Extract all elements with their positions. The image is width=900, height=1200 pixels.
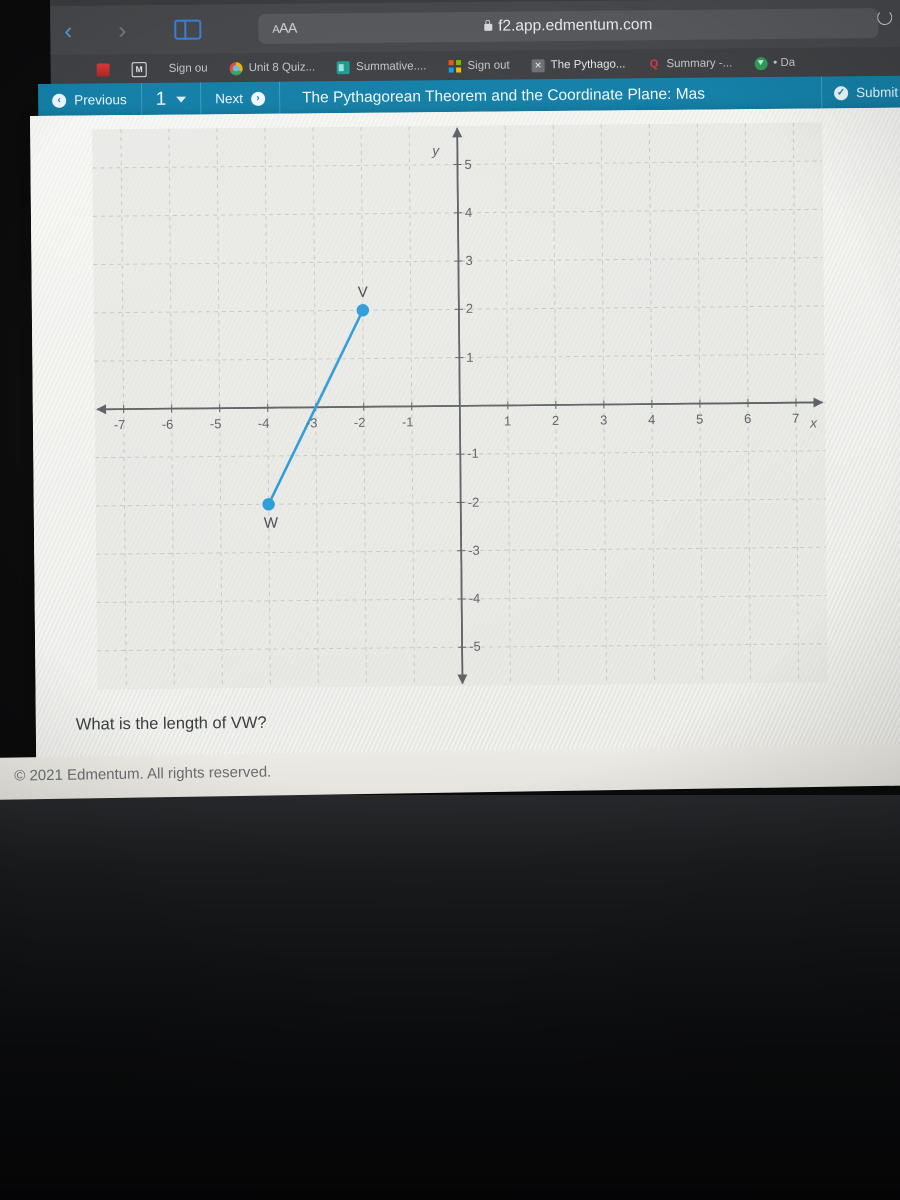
page-selector[interactable]: 1 <box>141 82 202 117</box>
x-tick-label: 2 <box>551 412 560 429</box>
x-tick-label: -6 <box>161 416 174 432</box>
y-tick-label: 3 <box>465 252 473 268</box>
bookmark-item[interactable]: Sign ou <box>158 53 219 84</box>
bookmark-item[interactable]: • Da <box>743 48 806 79</box>
y-axis-label: y <box>432 142 440 159</box>
quizlet-q-icon: Q <box>647 57 661 71</box>
x-favicon: ✕ <box>531 58 545 72</box>
y-tick-label: 4 <box>464 204 473 220</box>
reload-icon[interactable] <box>877 9 893 26</box>
data-point-V <box>356 304 370 317</box>
previous-label: Previous <box>74 92 127 108</box>
y-tick-label: -5 <box>469 639 481 655</box>
x-tick-label: -7 <box>113 417 126 433</box>
page-number: 1 <box>155 88 167 110</box>
chevron-left-icon[interactable]: ‹ <box>64 18 72 45</box>
url-text: f2.app.edmentum.com <box>498 16 653 35</box>
bookmark-label: Summative.... <box>356 60 427 74</box>
question-text: What is the length of VW? <box>75 713 267 734</box>
lock-icon <box>484 23 493 31</box>
bookmark-item[interactable]: ✕ The Pythago... <box>521 49 637 80</box>
chevron-down-icon <box>176 96 187 103</box>
previous-button[interactable]: ‹ Previous <box>38 83 142 117</box>
bookmark-label: Sign out <box>467 59 510 72</box>
x-tick-label: 5 <box>695 411 704 427</box>
next-button[interactable]: Next › <box>201 81 281 116</box>
x-tick-label: 3 <box>599 412 608 428</box>
bookmark-label: Unit 8 Quiz... <box>248 61 316 75</box>
bookmark-item[interactable]: Q Summary -... <box>636 48 743 79</box>
bookmark-item[interactable]: Unit 8 Quiz... <box>219 52 327 83</box>
y-tick-label: 1 <box>466 349 474 365</box>
x-tick-label: 7 <box>792 410 800 426</box>
y-tick-label: -4 <box>468 590 481 606</box>
point-label-W: W <box>263 514 279 532</box>
x-tick-label: 1 <box>503 413 512 429</box>
address-bar[interactable]: AAA f2.app.edmentum.com <box>258 8 879 45</box>
monogram-m-icon: M <box>131 61 147 77</box>
coordinate-plane-graph: V W -7 -6 -5 -4 -3 -2 -1 1 2 3 4 5 6 7 5 4 3 2 1 -1 -2 -3 -4 -5 x y <box>92 122 828 690</box>
y-tick-label: -2 <box>467 494 480 510</box>
check-circle-icon: ✓ <box>834 85 849 100</box>
desktop-background <box>0 795 900 1200</box>
bookmark-item[interactable]: Summative.... <box>326 51 438 82</box>
bookmark-label: Summary -... <box>666 57 733 71</box>
next-label: Next <box>215 91 244 107</box>
photographed-screen: ‹ › AAA f2.app.edmentum.com M Sign ou Un… <box>0 0 900 1200</box>
x-tick-label: 6 <box>744 411 752 427</box>
arrow-right-circle-icon: › <box>250 91 266 106</box>
x-axis-label: x <box>810 415 817 431</box>
bookmark-label: Sign ou <box>168 62 208 75</box>
x-tick-label: -2 <box>353 414 366 430</box>
content-sheet: V W -7 -6 -5 -4 -3 -2 -1 1 2 3 4 5 6 7 5 4 3 2 1 -1 -2 -3 -4 -5 x y… <box>30 107 900 792</box>
teal-doc-icon <box>337 60 351 74</box>
data-point-W <box>262 498 275 511</box>
y-tick-label: 5 <box>464 156 472 172</box>
submit-button[interactable]: ✓ Submit <box>822 76 900 110</box>
red-favicon <box>96 62 110 77</box>
x-tick-label: -5 <box>209 416 222 432</box>
x-tick-label: -1 <box>401 414 414 430</box>
y-tick-label: -3 <box>468 542 480 558</box>
green-download-icon <box>754 56 768 70</box>
sidebar-icon[interactable] <box>174 19 202 40</box>
bookmark-item[interactable]: Sign out <box>437 50 520 81</box>
chrome-icon <box>229 61 243 75</box>
bookmark-item[interactable]: M <box>121 54 158 84</box>
bookmark-item[interactable] <box>51 54 121 85</box>
copyright-text: © 2021 Edmentum. All rights reserved. <box>14 763 272 785</box>
bookmark-label: The Pythago... <box>550 58 626 72</box>
x-tick-label: 4 <box>647 412 656 428</box>
arrow-left-circle-icon: ‹ <box>52 93 67 108</box>
x-tick-label: -4 <box>257 415 270 431</box>
x-tick-label: -3 <box>305 415 318 431</box>
submit-label: Submit <box>856 84 899 101</box>
axes-and-data <box>96 127 824 685</box>
bookmark-label: • Da <box>773 56 796 70</box>
y-tick-label: -1 <box>467 445 479 462</box>
microsoft-icon <box>448 59 462 73</box>
point-label-V: V <box>357 284 368 302</box>
y-tick-label: 2 <box>465 301 474 317</box>
url-display: f2.app.edmentum.com <box>258 8 878 44</box>
chevron-right-icon[interactable]: › <box>118 17 126 44</box>
